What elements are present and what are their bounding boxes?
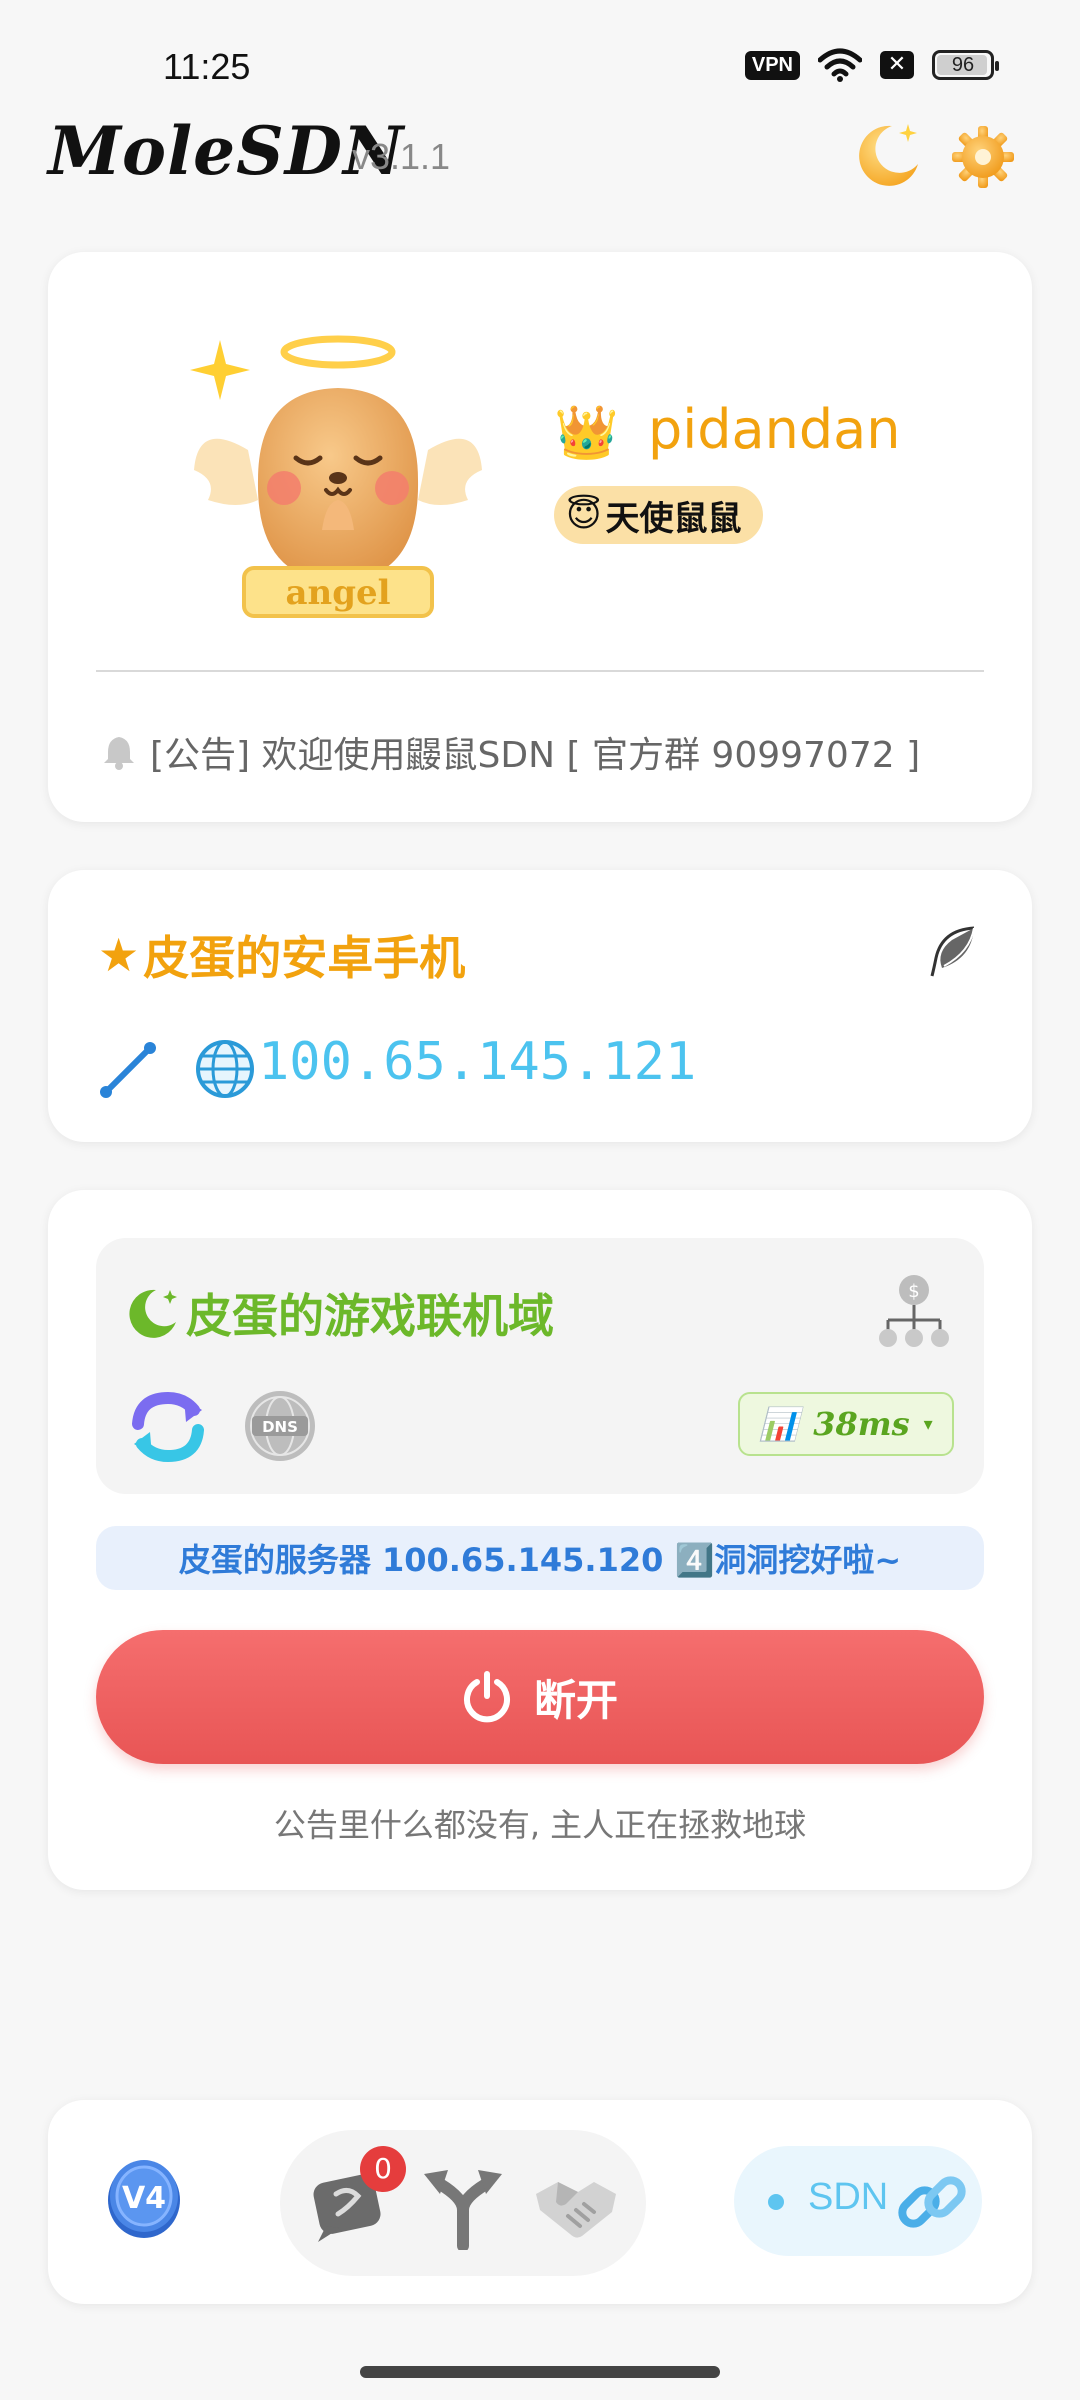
power-icon (464, 1671, 510, 1723)
bell-icon (104, 737, 134, 770)
nav-action-group: 0 (280, 2130, 646, 2276)
profile-card: angel 👑 pidandan 😇 天使鼠鼠 [公告] 欢迎使用鼹鼠SDN [… (48, 252, 1032, 822)
divider (96, 670, 984, 672)
sdn-status-toggle[interactable]: SDN (734, 2146, 982, 2256)
refresh-icon[interactable] (126, 1388, 210, 1466)
moon-icon[interactable] (852, 118, 924, 190)
app-header: MoleSDN v3.1.1 (0, 110, 1080, 210)
server-status-text: 皮蛋的服务器 100.65.145.120 4️⃣洞洞挖好啦~ (178, 1541, 902, 1579)
network-name-row: 皮蛋的游戏联机域 (126, 1280, 554, 1346)
green-moon-icon (129, 1289, 177, 1338)
wifi-icon (818, 48, 862, 82)
notice-text: [公告] 欢迎使用鼹鼠SDN [ 官方群 90997072 ] (150, 735, 921, 776)
app-title: MoleSDN (48, 112, 405, 190)
message-count-badge: 0 (360, 2146, 406, 2192)
battery-icon: 96 (932, 50, 999, 80)
globe-icon (196, 1040, 254, 1098)
disconnect-label: 断开 (533, 1675, 618, 1725)
sdn-label: SDN (808, 2176, 889, 2218)
status-bar: 11:25 VPN ✕ 96 (0, 0, 1080, 120)
user-title: 天使鼠鼠 (605, 498, 742, 539)
device-name-row: ★ 皮蛋的安卓手机 (98, 922, 465, 988)
home-indicator[interactable] (360, 2366, 720, 2378)
network-card: 皮蛋的游戏联机域 $ DNS 📊 38ms ▾ 皮蛋的服务器 100.65.14… (48, 1190, 1032, 1890)
v4-coin-icon[interactable]: V4 (104, 2154, 184, 2240)
battery-percent: 96 (951, 53, 975, 76)
angel-emoji-icon: 😇 (566, 495, 602, 535)
network-panel: 皮蛋的游戏联机域 $ DNS 📊 38ms ▾ (96, 1238, 984, 1494)
dns-icon[interactable]: DNS (242, 1388, 318, 1464)
bottom-nav: V4 0 SDN (48, 2100, 1032, 2304)
notice-bar[interactable]: [公告] 欢迎使用鼹鼠SDN [ 官方群 90997072 ] (102, 726, 920, 778)
dns-label: DNS (262, 1418, 298, 1436)
device-card: ★ 皮蛋的安卓手机 100.65.145.121 (48, 870, 1032, 1142)
device-name: 皮蛋的安卓手机 (143, 931, 466, 985)
latency-dropdown[interactable]: 📊 38ms ▾ (738, 1392, 954, 1456)
device-ip[interactable]: 100.65.145.121 (258, 1032, 696, 1092)
gear-icon[interactable] (950, 124, 1016, 190)
network-topology-icon[interactable]: $ (874, 1270, 954, 1350)
mascot-sign-text: angel (285, 573, 390, 613)
connection-line-icon (100, 1042, 156, 1098)
route-split-icon[interactable] (418, 2162, 508, 2250)
star-icon: ★ (98, 928, 140, 982)
link-icon (898, 2176, 966, 2228)
user-title-badge: 😇 天使鼠鼠 (554, 486, 764, 544)
disconnect-button[interactable]: 断开 (96, 1630, 984, 1764)
status-icons: VPN ✕ 96 (744, 48, 999, 82)
crown-icon: 👑 (554, 403, 619, 463)
username: pidandan (648, 398, 901, 461)
bar-chart-icon: 📊 (759, 1405, 800, 1443)
v4-label: V4 (122, 2181, 166, 2216)
chevron-down-icon: ▾ (923, 1413, 933, 1435)
vpn-icon: VPN (744, 50, 800, 80)
latency-value: 38ms (813, 1405, 910, 1443)
svg-text:$: $ (908, 1281, 919, 1302)
signal-off-icon: ✕ (880, 51, 914, 79)
server-status-banner: 皮蛋的服务器 100.65.145.120 4️⃣洞洞挖好啦~ (96, 1526, 984, 1590)
sdn-status-dot (768, 2194, 784, 2210)
footer-note: 公告里什么都没有, 主人正在拯救地球 (273, 1806, 807, 1844)
feather-icon[interactable] (922, 922, 982, 982)
status-time: 11:25 (163, 46, 251, 87)
angel-mole-avatar[interactable]: angel (188, 330, 488, 620)
app-version: v3.1.1 (352, 136, 451, 177)
handshake-icon[interactable] (532, 2164, 620, 2246)
network-name: 皮蛋的游戏联机域 (186, 1289, 554, 1343)
